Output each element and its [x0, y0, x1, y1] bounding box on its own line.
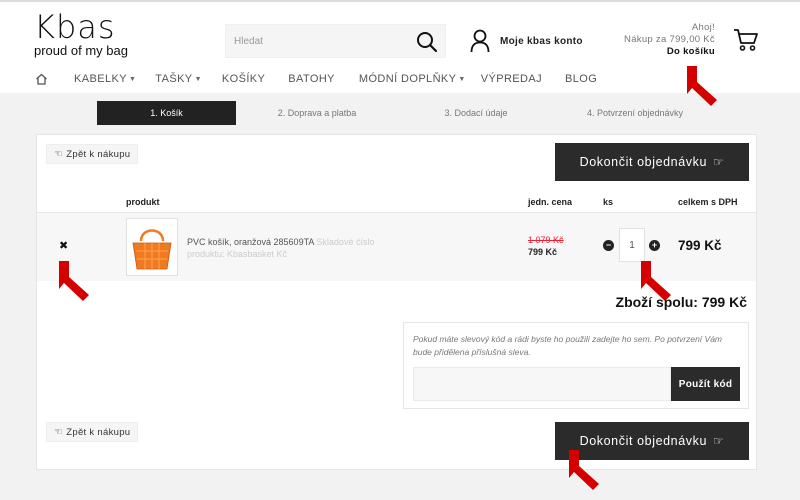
nav-label: TAŠKY: [155, 73, 193, 85]
nav-label: KABELKY: [74, 73, 127, 85]
orange-basket-image: [132, 229, 172, 270]
annotation-arrow-icon: [641, 261, 671, 301]
chevron-down-icon: ▼: [194, 75, 202, 83]
nav-item-tasky[interactable]: TAŠKY ▼: [155, 73, 202, 85]
annotation-arrow-icon: [687, 66, 717, 106]
logo[interactable]: Kbas proud of my bag: [34, 8, 134, 58]
product-name-link[interactable]: PVC košík, oranžová 285609TA Skladové čí…: [187, 236, 407, 260]
cart-table-header: produkt jedn. cena ks celkem s DPH: [37, 195, 756, 213]
logo-wordmark: Kbas: [34, 8, 116, 46]
cart-link[interactable]: Do košíku: [624, 46, 715, 58]
product-name: PVC košík, oranžová 285609TA: [187, 237, 314, 247]
search-input[interactable]: [226, 25, 411, 57]
search-box: [225, 24, 446, 58]
cart-amount: Nákup za 799,00 Kč: [624, 34, 715, 45]
nav-item-blog[interactable]: BLOG: [565, 73, 597, 85]
nav-label: KOŠÍKY: [221, 73, 266, 85]
back-label: Zpět k nákupu: [66, 426, 131, 438]
search-icon[interactable]: [415, 30, 439, 54]
nav-item-batohy[interactable]: BATOHY: [288, 73, 335, 85]
step-delivery[interactable]: 3. Dodací údaje: [398, 101, 554, 125]
annotation-arrow-icon: [569, 450, 599, 490]
chevron-down-icon: ▼: [128, 75, 137, 83]
nav-item-kosiky[interactable]: KOŠÍKY: [222, 73, 265, 85]
logo-tagline: proud of my bag: [34, 43, 128, 58]
old-price: 1 079 Kč: [528, 235, 564, 245]
hand-point-left-icon: ☜: [54, 148, 64, 160]
nav-item-kabelky[interactable]: KABELKY ▼: [74, 73, 136, 85]
cart-summary: Ahoj! Nákup za 799,00 Kč Do košíku: [624, 22, 715, 58]
apply-coupon-button[interactable]: Použít kód: [671, 367, 740, 401]
hand-point-left-icon: ☜: [54, 426, 64, 438]
back-to-shop-button-top[interactable]: ☜ Zpět k nákupu: [46, 144, 139, 164]
back-label: Zpět k nákupu: [66, 148, 131, 160]
remove-item-icon[interactable]: ✖: [59, 239, 68, 252]
row-total: 799 Kč: [678, 238, 722, 253]
nav-item-vypredaj[interactable]: VÝPREDAJ: [481, 73, 542, 85]
home-icon[interactable]: [35, 73, 48, 85]
account-label: Moje kbas konto: [500, 35, 583, 47]
main-nav: KABELKY ▼ TAŠKY ▼ KOŠÍKY BATOHY MÓDNÍ DOPL…: [35, 70, 597, 88]
col-qty: ks: [603, 197, 614, 207]
cart-greeting: Ahoj!: [691, 22, 715, 33]
nav-item-modni-doplnky[interactable]: MÓDNÍ DOPLŇKY ▼: [359, 73, 466, 85]
chevron-down-icon: ▼: [458, 75, 466, 83]
nav-label: BLOG: [565, 73, 598, 85]
qty-decrease-button[interactable]: −: [603, 240, 614, 251]
coupon-info: Pokud máte slevový kód a rádi byste ho p…: [413, 334, 722, 357]
cart-sum: Zboží spolu: 799 Kč: [615, 294, 747, 310]
nav-label: BATOHY: [288, 73, 335, 85]
col-product: produkt: [126, 197, 160, 207]
site-header: Kbas proud of my bag Moje kbas konto Aho…: [0, 0, 800, 93]
product-thumbnail[interactable]: [126, 218, 178, 276]
unit-price: 799 Kč: [528, 247, 558, 257]
finish-label: Dokončit objednávku: [579, 155, 708, 169]
step-cart[interactable]: 1. Košík: [97, 101, 236, 125]
finish-order-button-top[interactable]: Dokončit objednávku ☞: [555, 143, 749, 181]
hand-point-right-icon: ☞: [713, 434, 725, 448]
coupon-input[interactable]: [413, 367, 671, 401]
back-to-shop-button-bottom[interactable]: ☜ Zpět k nákupu: [46, 422, 139, 442]
account-link[interactable]: Moje kbas konto: [470, 28, 583, 54]
nav-label: VÝPREDAJ: [480, 73, 543, 85]
annotation-arrow-icon: [59, 261, 89, 301]
hand-point-right-icon: ☞: [713, 155, 725, 169]
coupon-box: Pokud máte slevový kód a rádi byste ho p…: [403, 322, 749, 409]
col-total: celkem s DPH: [678, 197, 738, 207]
cart-icon[interactable]: [733, 28, 759, 52]
col-unit-price: jedn. cena: [528, 197, 573, 207]
nav-label: MÓDNÍ DOPLŇKY: [358, 73, 457, 85]
step-shipping[interactable]: 2. Doprava a platba: [239, 101, 395, 125]
user-icon: [470, 29, 490, 53]
checkout-steps: 1. Košík 2. Doprava a platba 3. Dodací ú…: [97, 101, 731, 125]
qty-increase-button[interactable]: +: [649, 240, 660, 251]
